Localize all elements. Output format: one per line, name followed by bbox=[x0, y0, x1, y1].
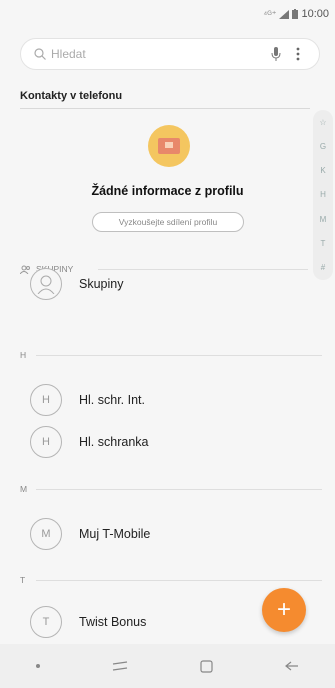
index-letter[interactable]: G bbox=[320, 142, 326, 151]
section-letter: T bbox=[20, 575, 26, 585]
search-bar[interactable] bbox=[20, 38, 320, 70]
index-letter[interactable]: T bbox=[321, 239, 326, 248]
recent-apps-icon[interactable] bbox=[112, 661, 128, 671]
divider bbox=[36, 489, 322, 490]
index-letter[interactable]: K bbox=[320, 166, 325, 175]
table-row[interactable]: T Twist Bonus bbox=[30, 602, 300, 642]
profile-card-icon bbox=[148, 125, 190, 167]
status-bar: ⁴ᴳ⁺ 10:00 bbox=[0, 0, 335, 28]
dot-icon bbox=[36, 664, 40, 668]
nav-bar bbox=[0, 644, 335, 688]
clock: 10:00 bbox=[301, 8, 329, 20]
avatar: H bbox=[30, 426, 62, 458]
mic-icon[interactable] bbox=[265, 43, 287, 65]
section-letter: H bbox=[20, 350, 27, 360]
contact-name: Hl. schr. Int. bbox=[79, 393, 145, 407]
back-icon[interactable] bbox=[285, 661, 299, 671]
table-row[interactable]: H Hl. schranka bbox=[30, 422, 300, 462]
contact-name: Twist Bonus bbox=[79, 615, 147, 629]
index-letter[interactable]: M bbox=[320, 215, 327, 224]
more-vert-icon[interactable] bbox=[287, 43, 309, 65]
index-letter[interactable]: # bbox=[321, 263, 325, 272]
search-input[interactable] bbox=[49, 46, 265, 62]
signal-icon bbox=[279, 9, 290, 19]
avatar: M bbox=[30, 518, 62, 550]
avatar: H bbox=[30, 384, 62, 416]
divider bbox=[36, 355, 322, 356]
index-letter[interactable]: ☆ bbox=[319, 118, 326, 127]
divider bbox=[36, 580, 322, 581]
profile-empty-text: Žádné informace z profilu bbox=[91, 184, 244, 198]
group-avatar-icon bbox=[30, 268, 62, 300]
list-item[interactable]: Skupiny bbox=[30, 264, 300, 304]
search-icon bbox=[31, 45, 49, 63]
battery-icon bbox=[292, 9, 299, 19]
share-profile-button[interactable]: Vyzkoušejte sdílení profilu bbox=[92, 212, 244, 232]
table-row[interactable]: M Muj T-Mobile bbox=[30, 514, 300, 554]
contact-name: Hl. schranka bbox=[79, 435, 149, 449]
home-icon[interactable] bbox=[200, 659, 213, 673]
section-letter: M bbox=[20, 484, 28, 494]
avatar: T bbox=[30, 606, 62, 638]
contact-name: Muj T-Mobile bbox=[79, 527, 151, 541]
list-item-name: Skupiny bbox=[79, 277, 124, 291]
add-contact-button[interactable]: + bbox=[262, 588, 306, 632]
signal-indicator: ⁴ᴳ⁺ bbox=[263, 8, 277, 19]
table-row[interactable]: H Hl. schr. Int. bbox=[30, 380, 300, 420]
divider bbox=[20, 108, 310, 109]
section-title: Kontakty v telefonu bbox=[20, 90, 123, 102]
